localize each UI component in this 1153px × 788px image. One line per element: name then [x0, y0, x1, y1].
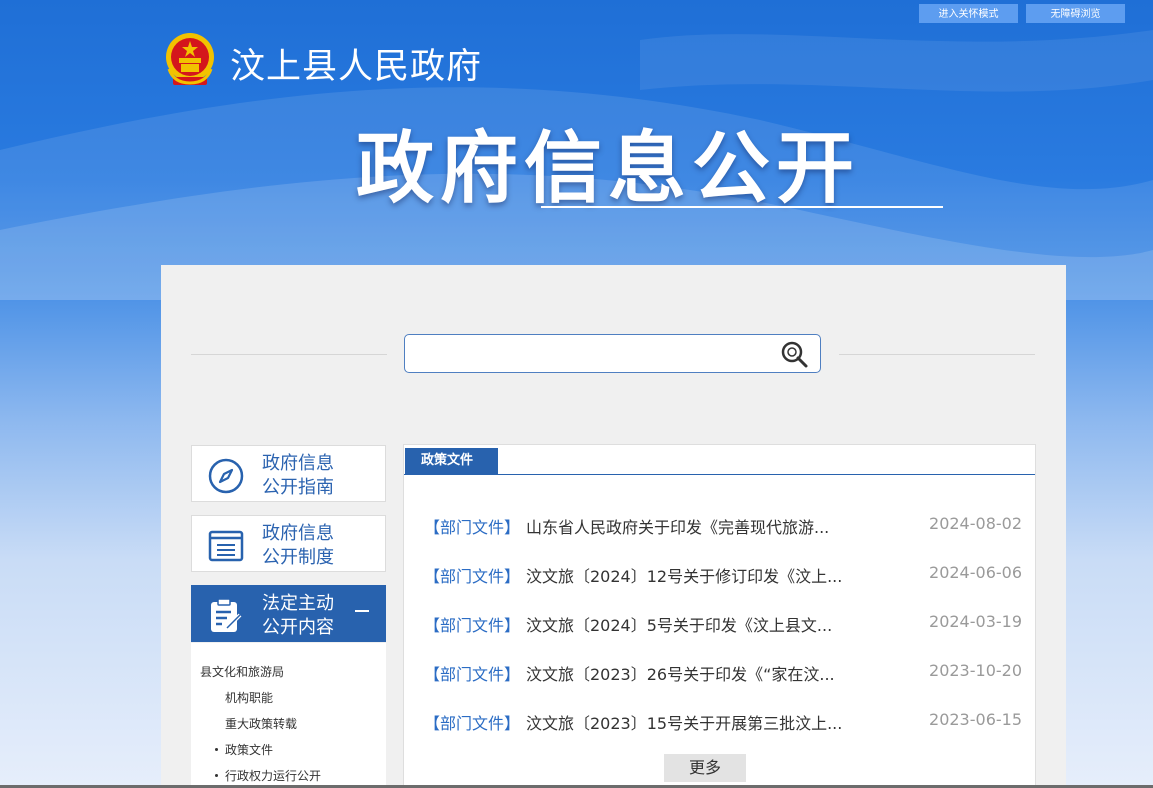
title-underline	[541, 206, 943, 208]
sidebar-sub-list: 县文化和旅游局 机构职能 重大政策转载 政策文件 行政权力运行公开	[191, 643, 386, 788]
sub-item-admin-power[interactable]: 行政权力运行公开	[225, 767, 321, 784]
item-tag: 【部门文件】	[424, 665, 521, 684]
sub-item-policy-files[interactable]: 政策文件	[225, 741, 273, 758]
accessible-browse-button[interactable]: 无障碍浏览	[1026, 4, 1125, 23]
list-item[interactable]: 【部门文件】 汶文旅〔2024〕12号关于修订印发《汶上... 2024-06-…	[424, 563, 1022, 587]
compass-icon	[208, 458, 244, 494]
clipboard-edit-icon	[211, 598, 242, 632]
list-item[interactable]: 【部门文件】 汶文旅〔2023〕26号关于印发《“家在汶... 2023-10-…	[424, 661, 1022, 685]
item-title[interactable]: 汶文旅〔2024〕5号关于印发《汶上县文...	[526, 612, 832, 636]
item-title[interactable]: 汶文旅〔2024〕12号关于修订印发《汶上...	[526, 563, 842, 587]
item-title[interactable]: 汶文旅〔2023〕15号关于开展第三批汶上...	[526, 710, 842, 734]
sidebar-item-label: 政府信息 公开指南	[262, 453, 334, 498]
document-list-icon	[208, 530, 244, 562]
sub-item-policy-reprint[interactable]: 重大政策转载	[225, 715, 297, 732]
tab-policy-files[interactable]: 政策文件	[405, 448, 498, 474]
sidebar-item-label: 法定主动 公开内容	[262, 593, 334, 638]
more-button[interactable]: 更多	[664, 754, 746, 782]
sidebar-item-guide[interactable]: 政府信息 公开指南	[191, 445, 386, 502]
item-date: 2023-06-15	[929, 710, 1022, 729]
site-name: 汶上县人民政府	[230, 47, 483, 87]
item-title[interactable]: 汶文旅〔2023〕26号关于印发《“家在汶...	[526, 661, 835, 685]
sidebar-item-statutory-content[interactable]: 法定主动 公开内容	[191, 585, 386, 642]
national-emblem-icon	[166, 33, 214, 85]
item-date: 2024-08-02	[929, 514, 1022, 533]
item-tag: 【部门文件】	[424, 567, 521, 586]
list-item[interactable]: 【部门文件】 汶文旅〔2024〕5号关于印发《汶上县文... 2024-03-1…	[424, 612, 1022, 636]
divider-left	[191, 354, 387, 355]
sidebar-item-system[interactable]: 政府信息 公开制度	[191, 515, 386, 572]
item-tag: 【部门文件】	[424, 714, 521, 733]
item-date: 2024-03-19	[929, 612, 1022, 631]
page-title: 政府信息公开	[356, 124, 861, 214]
bullet-icon	[215, 774, 218, 777]
collapse-icon[interactable]	[355, 610, 369, 612]
search-icon[interactable]	[778, 338, 810, 370]
item-tag: 【部门文件】	[424, 616, 521, 635]
item-tag: 【部门文件】	[424, 518, 521, 537]
sub-item-department[interactable]: 县文化和旅游局	[200, 663, 284, 680]
tab-underline	[404, 474, 1035, 475]
item-title[interactable]: 山东省人民政府关于印发《完善现代旅游...	[526, 514, 829, 538]
main-panel: 政府信息 公开指南 政府信息 公开制度 法定主动 公开内容 县文化和旅游局 机构…	[161, 265, 1066, 788]
list-item[interactable]: 【部门文件】 汶文旅〔2023〕15号关于开展第三批汶上... 2023-06-…	[424, 710, 1022, 734]
divider-right	[839, 354, 1035, 355]
search-bar	[404, 334, 821, 373]
sidebar-item-label: 政府信息 公开制度	[262, 523, 334, 568]
search-input[interactable]	[415, 341, 769, 367]
sub-item-functions[interactable]: 机构职能	[225, 689, 273, 706]
bullet-icon	[215, 748, 218, 751]
care-mode-button[interactable]: 进入关怀模式	[919, 4, 1018, 23]
item-date: 2023-10-20	[929, 661, 1022, 680]
news-panel: 政策文件 【部门文件】 山东省人民政府关于印发《完善现代旅游... 2024-0…	[403, 444, 1036, 788]
list-item[interactable]: 【部门文件】 山东省人民政府关于印发《完善现代旅游... 2024-08-02	[424, 514, 1022, 538]
item-date: 2024-06-06	[929, 563, 1022, 582]
